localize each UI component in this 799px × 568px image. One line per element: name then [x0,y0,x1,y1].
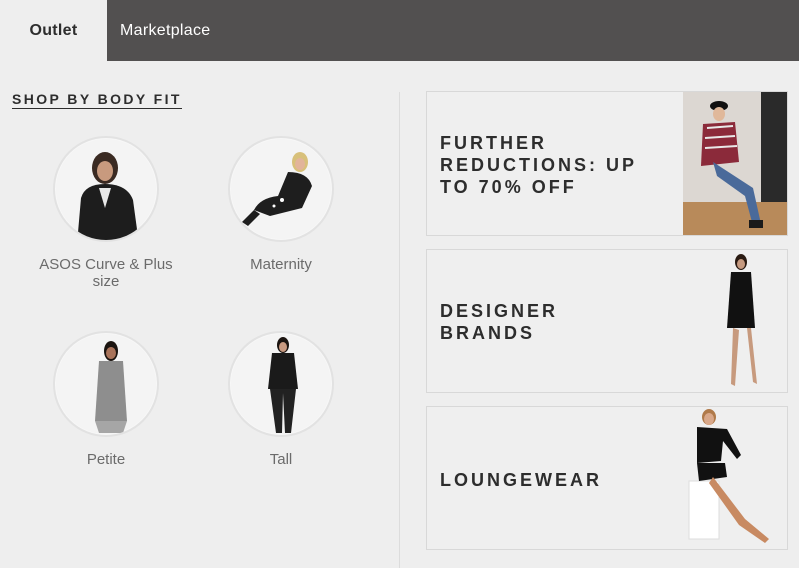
column-divider [399,92,400,568]
promo-card-designer-brands[interactable]: DESIGNER BRANDS [426,249,788,393]
plus-size-model-image [53,136,159,242]
tall-model-image [228,331,334,437]
tab-outlet[interactable]: Outlet [0,0,107,61]
promo-text: FURTHER REDUCTIONS: UP TO 70% OFF [440,133,638,197]
fit-item-curve-plus[interactable]: ASOS Curve & Plus size [31,136,181,290]
promo-text: LOUNGEWEAR [440,470,602,490]
loungewear-model-photo [688,409,769,543]
top-tab-bar: Outlet Marketplace [0,0,799,61]
fit-item-petite[interactable]: Petite [31,331,181,468]
fit-item-maternity[interactable]: Maternity [206,136,356,273]
section-title: SHOP BY BODY FIT [12,91,182,109]
fit-label-curve-plus: ASOS Curve & Plus size [39,256,173,290]
promo-card-loungewear[interactable]: LOUNGEWEAR [426,406,788,550]
fit-label-petite: Petite [86,451,126,468]
body-fit-section: SHOP BY BODY FIT ASOS Curve & Plus size … [0,61,399,568]
promo-text: DESIGNER BRANDS [440,301,559,343]
sale-model-photo [683,92,787,235]
fit-label-tall: Tall [269,451,293,468]
designer-model-photo [727,254,757,386]
maternity-model-image [228,136,334,242]
fit-item-tall[interactable]: Tall [206,331,356,468]
petite-model-image [53,331,159,437]
promo-card-further-reductions[interactable]: FURTHER REDUCTIONS: UP TO 70% OFF [426,91,788,236]
fit-label-maternity: Maternity [250,256,312,273]
tab-marketplace[interactable]: Marketplace [107,0,237,61]
